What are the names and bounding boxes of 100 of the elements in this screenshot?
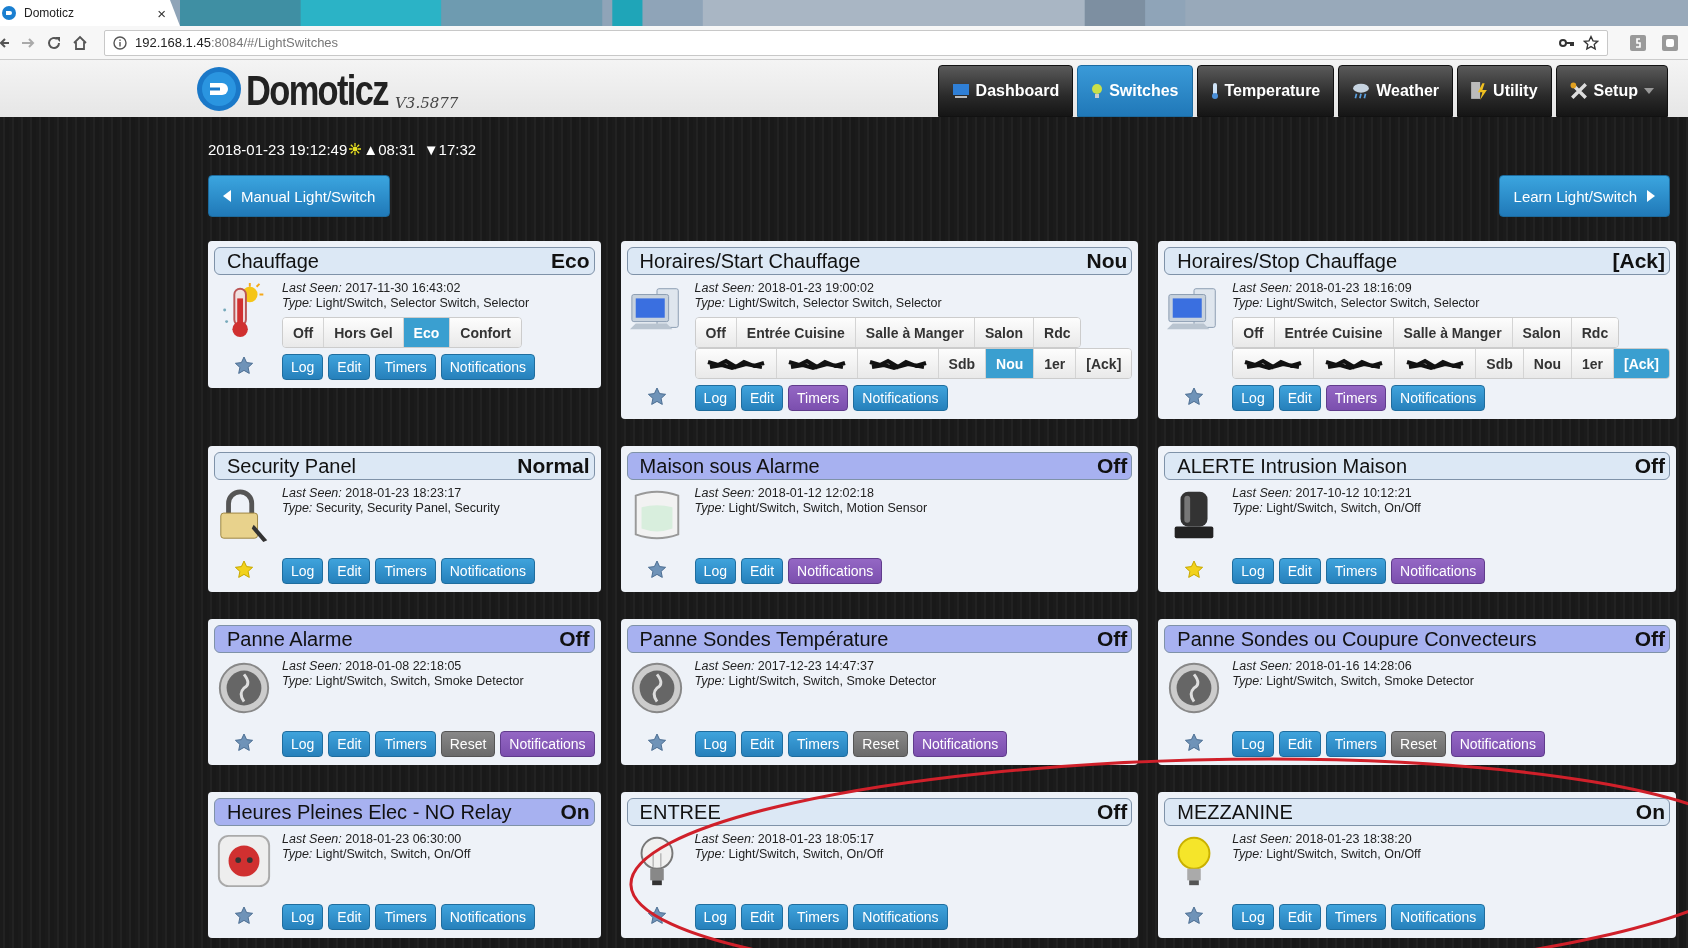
action-button[interactable]: Notifications xyxy=(912,731,1008,757)
action-button[interactable]: Log xyxy=(282,731,324,757)
device-name: ENTREE xyxy=(639,800,721,824)
action-button[interactable]: Notifications xyxy=(440,354,535,380)
favorite-star-icon[interactable] xyxy=(234,560,254,580)
action-button[interactable]: Notifications xyxy=(853,385,948,411)
action-button[interactable]: Notifications xyxy=(440,904,535,930)
device-status: On xyxy=(560,800,590,824)
action-button[interactable]: Timers xyxy=(375,354,436,380)
action-button[interactable]: Timers xyxy=(1325,731,1387,757)
nav-tab[interactable]: Switches xyxy=(1077,65,1193,117)
device-status: Off xyxy=(1097,627,1128,651)
reload-icon[interactable] xyxy=(46,34,62,51)
device-type-text: Type: Light/Switch, Switch, Smoke Detector xyxy=(1232,674,1475,689)
action-button[interactable]: Log xyxy=(694,904,736,930)
action-button[interactable]: Log xyxy=(1232,385,1274,411)
action-button[interactable]: Notifications xyxy=(1391,558,1486,584)
action-button[interactable]: Timers xyxy=(1325,385,1387,411)
action-button[interactable]: Edit xyxy=(1278,385,1321,411)
favorite-star-icon[interactable] xyxy=(1184,387,1205,407)
action-button[interactable]: Edit xyxy=(740,731,784,757)
action-button[interactable]: Edit xyxy=(328,904,371,930)
app-version: V3.5877 xyxy=(395,93,459,112)
action-button[interactable]: Timers xyxy=(375,904,436,930)
action-button[interactable]: Edit xyxy=(740,904,784,930)
domoticz-logo-icon xyxy=(196,65,242,112)
close-icon[interactable]: × xyxy=(157,4,166,22)
favorite-star-icon[interactable] xyxy=(646,387,667,407)
action-button[interactable]: Notifications xyxy=(1450,731,1545,757)
extension-icon[interactable] xyxy=(1662,34,1678,51)
action-button[interactable]: Log xyxy=(1232,904,1274,930)
action-button[interactable]: Log xyxy=(282,354,324,380)
action-button[interactable]: Edit xyxy=(328,354,371,380)
browser-tab[interactable]: Domoticz × xyxy=(0,0,180,26)
favorite-star-icon[interactable] xyxy=(646,560,667,580)
device-name: Horaires/Start Chauffage xyxy=(639,249,861,273)
action-button[interactable]: Notifications xyxy=(853,904,948,930)
action-button[interactable]: Edit xyxy=(1278,558,1321,584)
address-field[interactable]: 192.168.1.45:8084/#/LightSwitches xyxy=(104,29,1608,56)
action-button[interactable]: Timers xyxy=(788,904,849,930)
action-button[interactable]: Timers xyxy=(1325,558,1387,584)
favorite-star-icon[interactable] xyxy=(234,733,254,753)
device-name: ALERTE Intrusion Maison xyxy=(1177,454,1408,478)
action-button[interactable]: Log xyxy=(1232,731,1274,757)
action-button[interactable]: Edit xyxy=(740,558,784,584)
action-button[interactable]: Log xyxy=(1232,558,1274,584)
favorite-star-icon[interactable] xyxy=(1184,560,1205,580)
action-button[interactable]: Edit xyxy=(1278,731,1321,757)
device-type-text: Type: Security, Security Panel, Security xyxy=(282,501,501,516)
device-name: Maison sous Alarme xyxy=(639,454,820,478)
key-icon[interactable] xyxy=(1559,37,1575,48)
action-button[interactable]: Log xyxy=(694,558,736,584)
reset-button[interactable]: Reset xyxy=(853,731,908,757)
manual-switch-button[interactable]: Manual Light/Switch xyxy=(208,175,391,217)
lightning-icon xyxy=(1471,82,1488,100)
device-type-text: Type: Light/Switch, Switch, Motion Sensor xyxy=(694,501,929,516)
action-button[interactable]: Log xyxy=(694,731,736,757)
action-button[interactable]: Notifications xyxy=(788,558,883,584)
nav-tab[interactable]: Weather xyxy=(1338,65,1454,117)
action-button[interactable]: Edit xyxy=(1278,904,1321,930)
action-button[interactable]: Notifications xyxy=(1391,385,1486,411)
nav-tab[interactable]: Dashboard xyxy=(937,65,1074,117)
favorite-star-icon[interactable] xyxy=(646,906,667,926)
action-button[interactable]: Edit xyxy=(740,385,784,411)
action-button[interactable]: Timers xyxy=(788,385,849,411)
action-button[interactable]: Edit xyxy=(328,558,371,584)
action-button[interactable]: Notifications xyxy=(440,558,535,584)
action-button[interactable]: Timers xyxy=(788,731,849,757)
star-icon[interactable] xyxy=(1583,34,1599,51)
favorite-star-icon[interactable] xyxy=(234,356,254,376)
extension-icon[interactable] xyxy=(1630,34,1646,51)
action-button[interactable]: Edit xyxy=(328,731,371,757)
favorite-star-icon[interactable] xyxy=(1184,906,1205,926)
nav-tab[interactable]: Temperature xyxy=(1196,65,1335,117)
reset-button[interactable]: Reset xyxy=(440,731,496,757)
action-button[interactable]: Timers xyxy=(1325,904,1387,930)
favorite-star-icon[interactable] xyxy=(234,906,254,926)
nav-tab[interactable]: Utility xyxy=(1457,65,1552,117)
action-button[interactable]: Timers xyxy=(375,731,436,757)
learn-switch-button[interactable]: Learn Light/Switch xyxy=(1498,175,1670,217)
home-icon[interactable] xyxy=(72,34,88,51)
device-type-text: Type: Light/Switch, Selector Switch, Selector xyxy=(694,296,943,311)
action-button[interactable]: Log xyxy=(282,904,324,930)
action-button[interactable]: Notifications xyxy=(500,731,595,757)
device-status: Eco xyxy=(551,249,590,273)
action-button[interactable]: Timers xyxy=(375,558,436,584)
action-button[interactable]: Log xyxy=(694,385,736,411)
left-arrow-icon xyxy=(223,190,231,202)
thermometer-icon xyxy=(1210,82,1219,100)
reset-button[interactable]: Reset xyxy=(1391,731,1446,757)
action-button[interactable]: Notifications xyxy=(1391,904,1486,930)
device-name: Panne Sondes ou Coupure Convecteurs xyxy=(1177,627,1537,651)
device-type-text: Type: Light/Switch, Switch, On/Off xyxy=(694,847,885,862)
favorite-star-icon[interactable] xyxy=(646,733,667,753)
right-arrow-icon xyxy=(1647,190,1655,202)
nav-tab[interactable]: Setup xyxy=(1555,65,1668,117)
light-bulb-icon xyxy=(1091,82,1104,100)
power-socket-icon xyxy=(215,832,273,890)
action-button[interactable]: Log xyxy=(282,558,324,584)
favorite-star-icon[interactable] xyxy=(1184,733,1205,753)
